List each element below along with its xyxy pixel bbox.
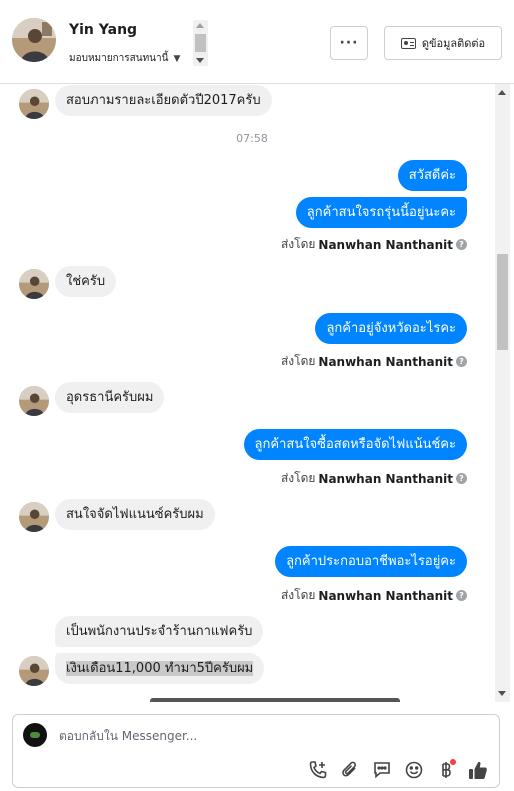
sent-by-label: ส่งโดย Nanwhan Nanthanit ?: [281, 352, 467, 371]
incoming-message[interactable]: ใช่ครับ: [55, 266, 117, 297]
reply-input[interactable]: [59, 729, 479, 743]
sender-name[interactable]: Nanwhan Nanthanit: [318, 589, 453, 603]
help-icon[interactable]: ?: [456, 590, 467, 601]
sent-by-prefix: ส่งโดย: [280, 588, 316, 602]
sent-by-prefix: ส่งโดย: [280, 237, 316, 251]
sent-by-label: ส่งโดย Nanwhan Nanthanit ?: [281, 469, 467, 488]
conversation-header: Yin Yang มอบหมายการสนทนานี้ ▼ ··· ดูข้อม…: [0, 0, 514, 84]
scroll-down-arrow-icon[interactable]: [196, 58, 204, 63]
scroll-thumb[interactable]: [195, 34, 206, 52]
incoming-message[interactable]: เงินเดือน11,000 ทำมา5ปีครับผม: [55, 653, 265, 684]
outgoing-message[interactable]: ลูกค้าอยู่จังหวัดอะไรคะ: [315, 313, 467, 344]
incoming-message[interactable]: เป็นพนักงานประจำร้านกาแฟครับ: [55, 616, 264, 647]
scroll-up-arrow-icon[interactable]: [196, 23, 204, 28]
notification-dot: [450, 759, 456, 765]
header-scrollbar[interactable]: [193, 20, 208, 66]
phone-plus-icon[interactable]: [307, 759, 329, 781]
help-icon[interactable]: ?: [456, 239, 467, 250]
scroll-thumb[interactable]: [497, 254, 508, 350]
contact-avatar-small: [19, 386, 49, 416]
view-contact-info-label: ดูข้อมูลติดต่อ: [421, 37, 486, 50]
contact-name[interactable]: Yin Yang: [69, 22, 137, 38]
scroll-up-arrow-icon[interactable]: [498, 90, 506, 95]
page-avatar: [23, 723, 47, 747]
sent-by-label: ส่งโดย Nanwhan Nanthanit ?: [281, 586, 467, 605]
incoming-message[interactable]: สนใจจัดไฟแนนซ์ครับผม: [55, 499, 215, 530]
outgoing-message[interactable]: ลูกค้าประกอบอาชีพอะไรอยู่คะ: [275, 546, 467, 577]
more-options-button[interactable]: ···: [330, 26, 368, 60]
scroll-down-arrow-icon[interactable]: [498, 691, 506, 696]
contact-avatar-small: [19, 656, 49, 686]
assign-conversation-dropdown[interactable]: มอบหมายการสนทนานี้ ▼: [69, 51, 180, 66]
outgoing-message[interactable]: ลูกค้าสนใจรถรุ่นนี้อยู่นะคะ: [295, 197, 467, 228]
saved-reply-icon[interactable]: [371, 759, 393, 781]
contact-avatar[interactable]: [12, 18, 56, 62]
reply-composer: [12, 714, 500, 788]
outgoing-message[interactable]: ลูกค้าสนใจซื้อสดหรือจัดไฟแน้นช์คะ: [243, 429, 467, 460]
help-icon[interactable]: ?: [456, 473, 467, 484]
sender-name[interactable]: Nanwhan Nanthanit: [318, 355, 453, 369]
sent-by-prefix: ส่งโดย: [280, 471, 316, 485]
attachment-image-preview[interactable]: [150, 698, 400, 702]
thread-scrollbar[interactable]: [495, 84, 510, 702]
incoming-message[interactable]: สอบภามรายละเอียดตัวปี2017ครับ: [55, 85, 272, 116]
emoji-icon[interactable]: [403, 759, 425, 781]
message-timestamp: 07:58: [236, 132, 268, 145]
view-contact-info-button[interactable]: ดูข้อมูลติดต่อ: [384, 26, 502, 60]
message-thread[interactable]: สอบภามรายละเอียดตัวปี2017ครับ 07:58 สวัส…: [0, 84, 514, 702]
sent-by-label: ส่งโดย Nanwhan Nanthanit ?: [281, 235, 467, 254]
sender-name[interactable]: Nanwhan Nanthanit: [318, 238, 453, 252]
sent-by-prefix: ส่งโดย: [280, 354, 316, 368]
selected-message-text[interactable]: เงินเดือน11,000 ทำมา5ปีครับผม: [66, 661, 254, 676]
contact-avatar-small: [19, 269, 49, 299]
caret-down-icon: ▼: [173, 53, 181, 64]
baht-icon[interactable]: [435, 759, 457, 781]
incoming-message[interactable]: อุดรธานีครับผม: [55, 382, 165, 413]
outgoing-message[interactable]: สวัสดีค่ะ: [397, 160, 467, 191]
assign-label: มอบหมายการสนทนานี้: [69, 53, 169, 64]
paperclip-icon[interactable]: [339, 759, 361, 781]
contact-avatar-small: [19, 89, 49, 119]
thumbs-up-icon[interactable]: [467, 759, 489, 781]
composer-toolbar: [307, 759, 489, 781]
sender-name[interactable]: Nanwhan Nanthanit: [318, 472, 453, 486]
help-icon[interactable]: ?: [456, 356, 467, 367]
contact-card-icon: [400, 37, 416, 49]
contact-avatar-small: [19, 502, 49, 532]
